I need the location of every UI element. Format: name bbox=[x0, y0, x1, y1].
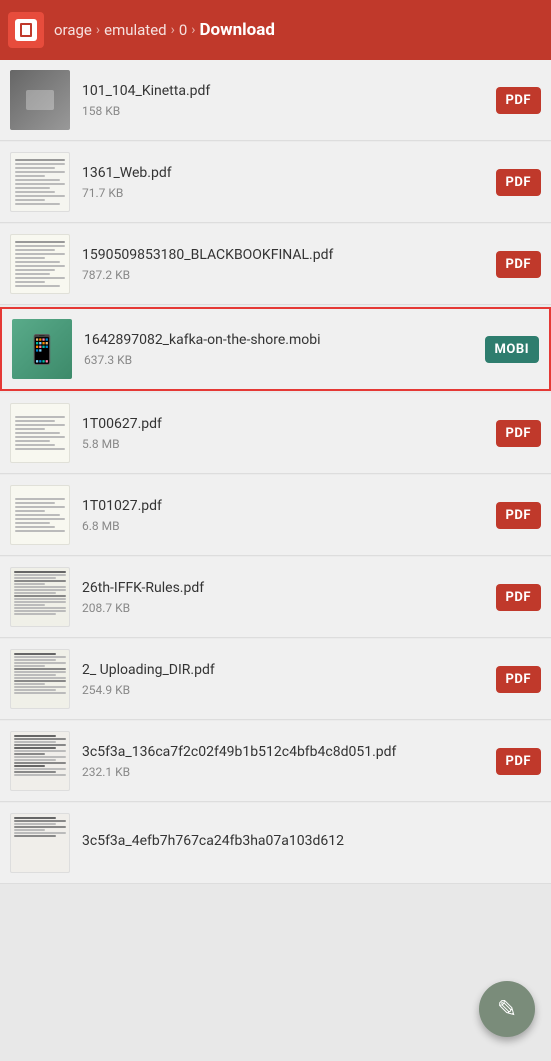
file-size: 208.7 KB bbox=[82, 601, 486, 615]
file-info: 3c5f3a_4efb7h767ca24fb3ha07a103d612 bbox=[82, 832, 541, 854]
mobi-icon: 📱 bbox=[25, 333, 60, 366]
file-name: 2_ Uploading_DIR.pdf bbox=[82, 661, 486, 679]
file-name: 1642897082_kafka-on-the-shore.mobi bbox=[84, 331, 475, 349]
fab-button[interactable]: ✎ bbox=[479, 981, 535, 1037]
file-name: 26th-IFFK-Rules.pdf bbox=[82, 579, 486, 597]
file-item[interactable]: 3c5f3a_136ca7f2c02f49b1b512c4bfb4c8d051.… bbox=[0, 721, 551, 802]
breadcrumb-download[interactable]: Download bbox=[200, 20, 275, 40]
file-thumbnail bbox=[10, 485, 70, 545]
file-name: 101_104_Kinetta.pdf bbox=[82, 82, 486, 100]
file-info: 101_104_Kinetta.pdf 158 KB bbox=[82, 82, 486, 118]
file-size: 787.2 KB bbox=[82, 268, 486, 282]
file-thumbnail bbox=[10, 813, 70, 873]
file-thumbnail: 📱 bbox=[12, 319, 72, 379]
file-item[interactable]: 2_ Uploading_DIR.pdf 254.9 KB PDF bbox=[0, 639, 551, 720]
file-name: 1590509853180_BLACKBOOKFINAL.pdf bbox=[82, 246, 486, 264]
file-badge-mobi[interactable]: MOBI bbox=[485, 336, 539, 363]
file-badge-pdf[interactable]: PDF bbox=[496, 87, 541, 114]
file-size: 637.3 KB bbox=[84, 353, 475, 367]
file-info: 1361_Web.pdf 71.7 KB bbox=[82, 164, 486, 200]
breadcrumb-storage[interactable]: orage bbox=[54, 21, 92, 39]
file-thumbnail bbox=[10, 403, 70, 463]
file-badge-pdf[interactable]: PDF bbox=[496, 748, 541, 775]
file-size: 6.8 MB bbox=[82, 519, 486, 533]
file-item[interactable]: 1T01027.pdf 6.8 MB PDF bbox=[0, 475, 551, 556]
file-name: 1361_Web.pdf bbox=[82, 164, 486, 182]
file-badge-pdf[interactable]: PDF bbox=[496, 251, 541, 278]
file-name: 3c5f3a_136ca7f2c02f49b1b512c4bfb4c8d051.… bbox=[82, 743, 486, 761]
app-logo bbox=[8, 12, 44, 48]
file-badge-pdf[interactable]: PDF bbox=[496, 584, 541, 611]
edit-icon: ✎ bbox=[497, 997, 517, 1021]
file-item[interactable]: 101_104_Kinetta.pdf 158 KB PDF bbox=[0, 60, 551, 141]
file-thumbnail bbox=[10, 234, 70, 294]
file-size: 158 KB bbox=[82, 104, 486, 118]
file-item[interactable]: 3c5f3a_4efb7h767ca24fb3ha07a103d612 bbox=[0, 803, 551, 884]
app-header: orage › emulated › 0 › Download bbox=[0, 0, 551, 60]
file-item[interactable]: 1T00627.pdf 5.8 MB PDF bbox=[0, 393, 551, 474]
file-item[interactable]: 26th-IFFK-Rules.pdf 208.7 KB PDF bbox=[0, 557, 551, 638]
file-info: 3c5f3a_136ca7f2c02f49b1b512c4bfb4c8d051.… bbox=[82, 743, 486, 779]
file-item-kafka[interactable]: 📱 1642897082_kafka-on-the-shore.mobi 637… bbox=[0, 307, 551, 391]
file-info: 1590509853180_BLACKBOOKFINAL.pdf 787.2 K… bbox=[82, 246, 486, 282]
file-list: 101_104_Kinetta.pdf 158 KB PDF 1 bbox=[0, 60, 551, 884]
file-thumbnail bbox=[10, 731, 70, 791]
file-badge-pdf[interactable]: PDF bbox=[496, 666, 541, 693]
file-info: 26th-IFFK-Rules.pdf 208.7 KB bbox=[82, 579, 486, 615]
file-badge-pdf[interactable]: PDF bbox=[496, 169, 541, 196]
file-info: 1T00627.pdf 5.8 MB bbox=[82, 415, 486, 451]
file-item[interactable]: 1590509853180_BLACKBOOKFINAL.pdf 787.2 K… bbox=[0, 224, 551, 305]
file-thumbnail bbox=[10, 70, 70, 130]
breadcrumb-0[interactable]: 0 bbox=[179, 21, 187, 39]
breadcrumb-emulated[interactable]: emulated bbox=[104, 21, 167, 39]
file-badge-pdf[interactable]: PDF bbox=[496, 420, 541, 447]
file-info: 1642897082_kafka-on-the-shore.mobi 637.3… bbox=[84, 331, 475, 367]
file-name: 3c5f3a_4efb7h767ca24fb3ha07a103d612 bbox=[82, 832, 541, 850]
file-name: 1T01027.pdf bbox=[82, 497, 486, 515]
file-thumbnail bbox=[10, 152, 70, 212]
file-name: 1T00627.pdf bbox=[82, 415, 486, 433]
breadcrumb-sep-1: › bbox=[96, 22, 100, 38]
file-size: 5.8 MB bbox=[82, 437, 486, 451]
file-info: 1T01027.pdf 6.8 MB bbox=[82, 497, 486, 533]
breadcrumb-sep-3: › bbox=[191, 22, 195, 38]
file-badge-pdf[interactable]: PDF bbox=[496, 502, 541, 529]
file-item[interactable]: 1361_Web.pdf 71.7 KB PDF bbox=[0, 142, 551, 223]
breadcrumb: orage › emulated › 0 › Download bbox=[54, 20, 543, 40]
file-size: 71.7 KB bbox=[82, 186, 486, 200]
file-info: 2_ Uploading_DIR.pdf 254.9 KB bbox=[82, 661, 486, 697]
file-thumbnail bbox=[10, 649, 70, 709]
file-thumbnail bbox=[10, 567, 70, 627]
file-size: 254.9 KB bbox=[82, 683, 486, 697]
file-size: 232.1 KB bbox=[82, 765, 486, 779]
breadcrumb-sep-2: › bbox=[171, 22, 175, 38]
